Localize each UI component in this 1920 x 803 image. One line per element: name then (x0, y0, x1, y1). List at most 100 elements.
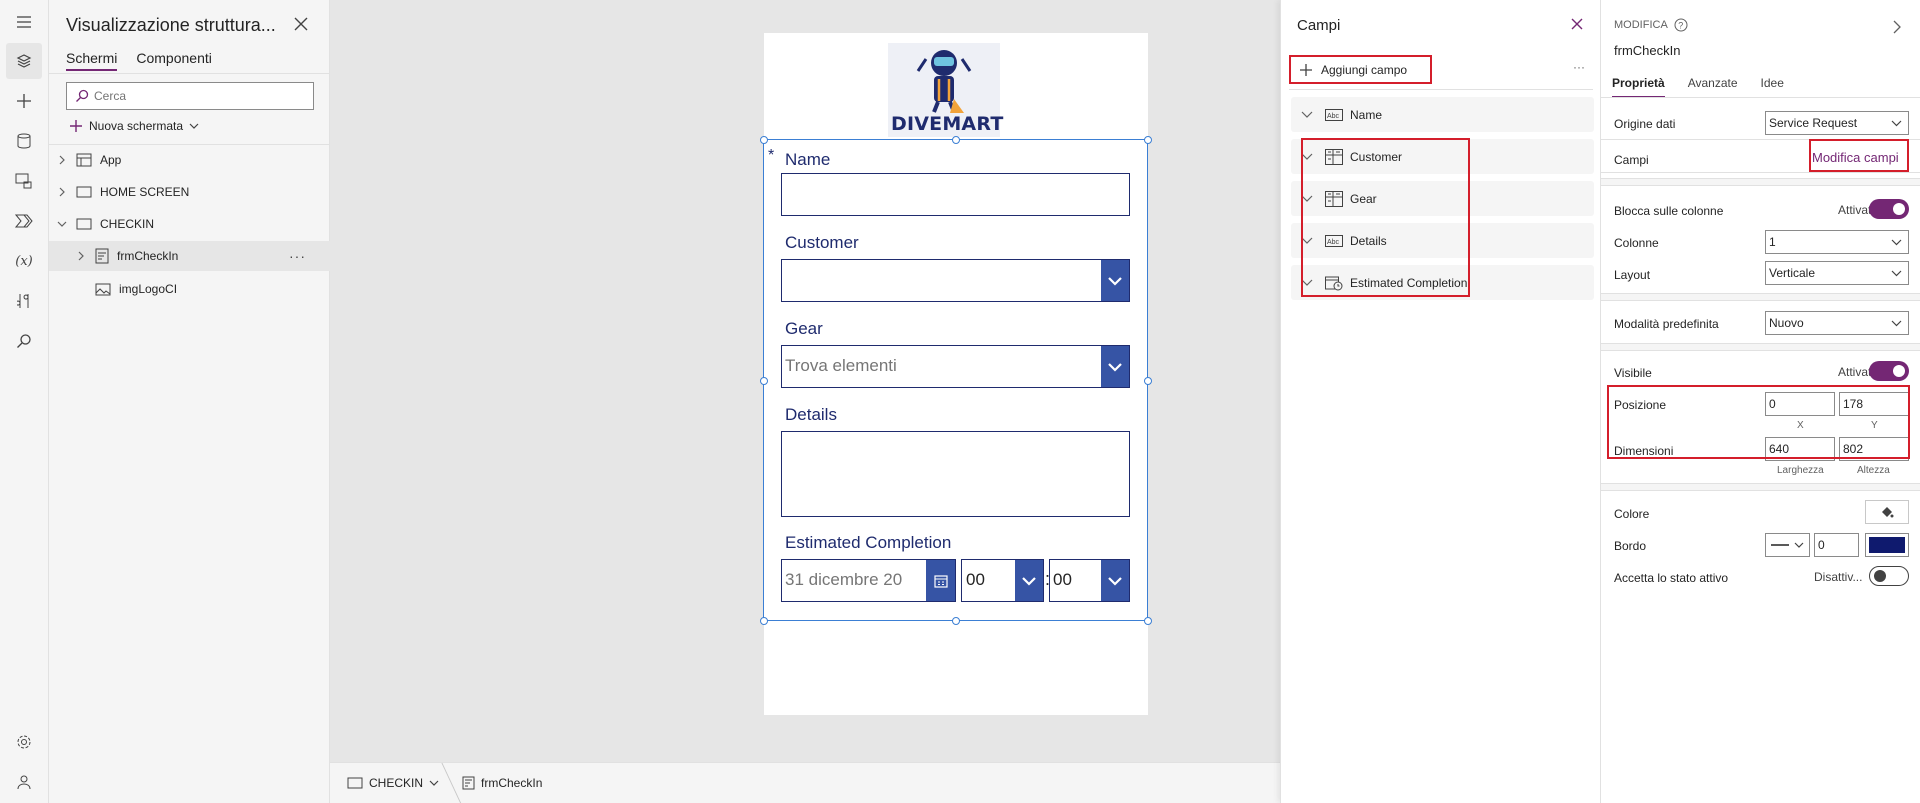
edit-fields-link[interactable]: Modifica campi (1812, 150, 1899, 165)
default-mode-select[interactable]: Nuovo (1765, 311, 1909, 335)
line-style-icon (1771, 543, 1789, 547)
image-icon (95, 283, 111, 296)
fields-label: Campi (1614, 153, 1649, 167)
field-row-label: Details (1350, 233, 1387, 248)
tab-ideas[interactable]: Idee (1761, 76, 1784, 98)
field-row-name[interactable]: Abc Name (1291, 97, 1594, 132)
breadcrumb-control[interactable]: frmCheckIn (452, 776, 542, 790)
tree-item-app[interactable]: App (49, 145, 330, 175)
more-options-icon[interactable]: ··· (1573, 60, 1585, 74)
search-input[interactable] (94, 89, 294, 103)
border-style-select[interactable] (1765, 533, 1810, 557)
width-input[interactable]: 640 (1765, 437, 1835, 461)
close-icon[interactable] (1571, 18, 1583, 30)
position-x-input[interactable]: 0 (1765, 392, 1835, 416)
chevron-right-icon[interactable] (56, 187, 68, 197)
accept-focus-toggle[interactable] (1869, 566, 1909, 586)
form-icon (95, 248, 109, 264)
layout-value: Verticale (1769, 266, 1816, 280)
chevron-down-icon[interactable] (1301, 237, 1315, 245)
data-source-select[interactable]: Service Request (1765, 111, 1909, 135)
chevron-right-icon[interactable] (75, 251, 87, 261)
plus-icon (69, 119, 83, 133)
visible-label: Visibile (1614, 366, 1652, 380)
resize-handle[interactable] (760, 136, 768, 144)
divider (1601, 139, 1920, 140)
border-color-swatch[interactable] (1865, 533, 1909, 557)
field-row-gear[interactable]: Gear (1291, 181, 1594, 216)
database-icon[interactable] (12, 129, 36, 153)
accept-focus-label: Accetta lo stato attivo (1614, 571, 1729, 585)
resize-handle[interactable] (760, 617, 768, 625)
tab-properties[interactable]: Proprietà (1612, 76, 1665, 98)
close-icon[interactable] (294, 17, 308, 31)
height-label: Altezza (1857, 465, 1890, 476)
position-y-input[interactable]: 178 (1839, 392, 1909, 416)
tools-icon[interactable] (12, 289, 36, 313)
new-screen-button[interactable]: Nuova schermata (69, 119, 199, 133)
field-row-label: Name (1350, 107, 1383, 122)
columns-select[interactable]: 1 (1765, 230, 1909, 254)
chevron-right-icon[interactable] (1893, 20, 1902, 34)
chevron-down-icon[interactable] (1301, 153, 1315, 161)
width-label: Larghezza (1777, 465, 1824, 476)
chevron-down-icon[interactable] (1301, 111, 1315, 119)
chevron-down-icon[interactable] (1301, 279, 1315, 287)
more-options-icon[interactable]: ··· (289, 248, 306, 264)
chevron-down-icon (1891, 120, 1902, 127)
power-automate-icon[interactable] (12, 209, 36, 233)
snap-columns-toggle[interactable] (1869, 199, 1909, 219)
resize-handle[interactable] (952, 136, 960, 144)
text-field-icon: Abc (1325, 108, 1343, 121)
search-icon[interactable] (12, 329, 36, 353)
resize-handle[interactable] (760, 377, 768, 385)
tree-item-home-screen[interactable]: HOME SCREEN (49, 177, 330, 207)
resize-handle[interactable] (1144, 617, 1152, 625)
tree-item-frmcheckin[interactable]: frmCheckIn ··· (49, 241, 330, 271)
help-icon[interactable]: ? (1674, 18, 1688, 32)
account-icon[interactable] (12, 770, 36, 794)
media-icon[interactable] (12, 169, 36, 193)
field-row-estimated-completion[interactable]: Estimated Completion (1291, 265, 1594, 300)
logo-image[interactable]: DIVEMART (888, 43, 1003, 137)
screen-icon (347, 777, 363, 789)
tree-item-checkin[interactable]: CHECKIN (49, 209, 330, 239)
default-mode-label: Modalità predefinita (1614, 317, 1719, 331)
resize-handle[interactable] (1144, 136, 1152, 144)
fill-color-button[interactable] (1865, 500, 1909, 524)
border-width-input[interactable]: 0 (1814, 533, 1859, 557)
tree-search[interactable] (66, 82, 314, 110)
tree-item-imglogoci[interactable]: imgLogoCI (49, 274, 330, 304)
layers-icon[interactable] (6, 43, 42, 79)
layout-select[interactable]: Verticale (1765, 261, 1909, 285)
chevron-down-icon (1794, 542, 1804, 549)
field-row-details[interactable]: Abc Details (1291, 223, 1594, 258)
tree-item-label: App (100, 153, 122, 167)
diver-mascot-icon (916, 50, 972, 113)
breadcrumb-control-label: frmCheckIn (481, 776, 543, 790)
resize-handle[interactable] (952, 617, 960, 625)
section-divider (1601, 483, 1920, 491)
height-input[interactable]: 802 (1839, 437, 1909, 461)
hamburger-icon[interactable] (12, 10, 36, 34)
breadcrumb-screen[interactable]: CHECKIN (330, 776, 439, 790)
form-selection-box (763, 139, 1148, 621)
tab-screens[interactable]: Schermi (66, 50, 118, 71)
svg-text:Abc: Abc (1327, 113, 1340, 120)
variables-icon[interactable]: (x) (12, 249, 36, 273)
chevron-down-icon[interactable] (56, 221, 68, 228)
field-row-customer[interactable]: Customer (1291, 139, 1594, 174)
chevron-right-icon[interactable] (56, 155, 68, 165)
settings-icon[interactable] (12, 730, 36, 754)
plus-icon (1299, 63, 1313, 77)
tab-advanced[interactable]: Avanzate (1688, 76, 1738, 98)
chevron-down-icon[interactable] (1301, 195, 1315, 203)
add-field-button[interactable]: Aggiungi campo (1289, 55, 1432, 84)
resize-handle[interactable] (1144, 377, 1152, 385)
snap-columns-label: Blocca sulle colonne (1614, 204, 1724, 218)
screen-icon (76, 218, 92, 230)
plus-icon[interactable] (12, 89, 36, 113)
tab-components[interactable]: Componenti (136, 50, 212, 71)
section-divider (1601, 178, 1920, 186)
visible-toggle[interactable] (1869, 361, 1909, 381)
